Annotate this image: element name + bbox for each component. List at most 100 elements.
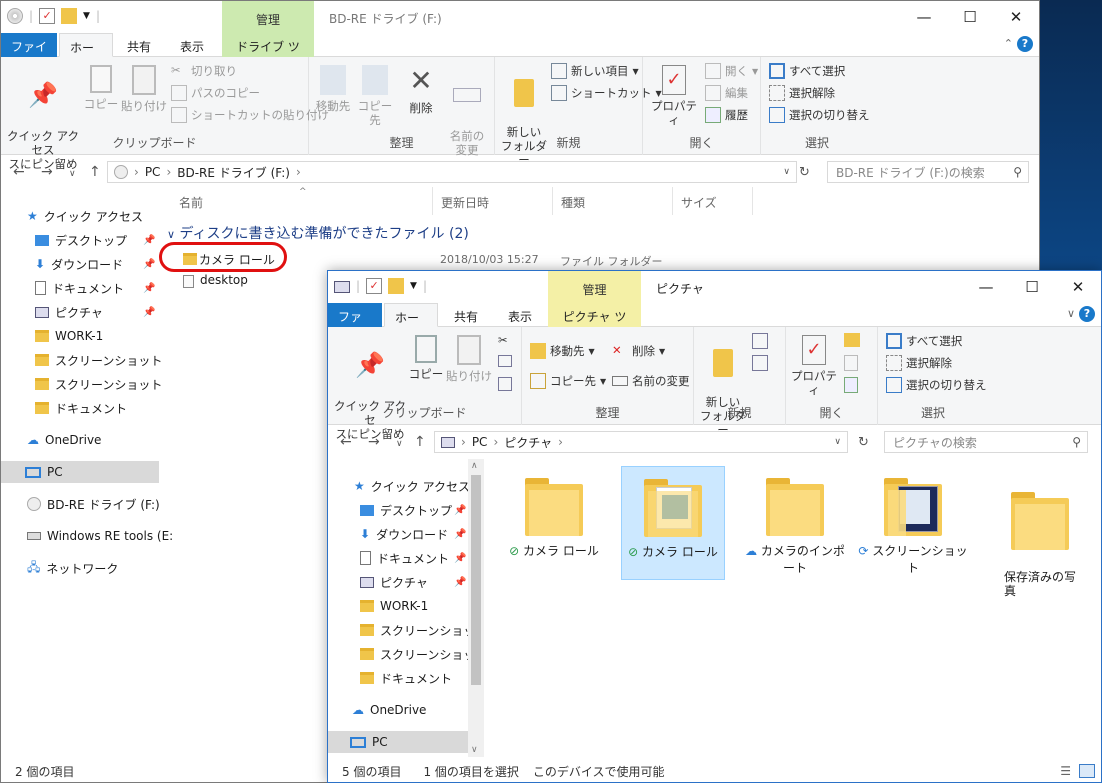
nav-pictures[interactable]: ピクチャ — [35, 301, 103, 323]
address-box[interactable]: › PC › BD-RE ドライブ (F:) › ∨ — [107, 161, 797, 183]
close-button[interactable]: ✕ — [993, 1, 1039, 33]
tab-home[interactable]: ホーム — [59, 33, 113, 72]
nav-work1[interactable]: WORK-1 — [360, 595, 428, 617]
history-icon[interactable] — [844, 377, 858, 393]
move-to-button[interactable]: 移動先 — [313, 65, 353, 113]
nav-screenshots-2[interactable]: スクリーンショット — [35, 373, 162, 395]
nav-screenshots-1[interactable]: スクリーンショット — [35, 349, 162, 371]
nav-bdre[interactable]: BD-RE ドライブ (F:) — [27, 493, 160, 515]
paste-button[interactable]: 貼り付け — [446, 335, 492, 383]
properties-check-icon[interactable]: ✓ — [39, 8, 56, 24]
nav-onedrive[interactable]: ☁ OneDrive — [352, 699, 426, 721]
properties-button[interactable]: ✓ プロパティ — [788, 335, 840, 397]
qat-dropdown-icon[interactable]: ▼ — [410, 281, 417, 291]
minimize-button[interactable]: — — [963, 271, 1009, 303]
search-box[interactable]: BD-RE ドライブ (F:)の検索 ⚲ — [827, 161, 1029, 183]
new-folder-button[interactable]: 新しい フォルダー — [698, 335, 748, 437]
tab-view[interactable]: 表示 — [170, 33, 214, 57]
history-button[interactable]: 履歴 — [705, 107, 748, 123]
delete-button[interactable]: ✕ 削除 ▼ — [612, 343, 665, 359]
nav-documents[interactable]: ドキュメント — [360, 547, 449, 569]
copy-to-button[interactable]: コピー先 ▼ — [530, 373, 606, 389]
recent-dropdown-icon[interactable]: ∨ — [69, 169, 76, 179]
recent-dropdown-icon[interactable]: ∨ — [396, 439, 403, 449]
large-icons-view-icon[interactable] — [1079, 764, 1095, 778]
copy-button[interactable]: コピー — [408, 335, 444, 381]
invert-selection-button[interactable]: 選択の切り替え — [769, 107, 870, 123]
nav-quick-access[interactable]: ★ クイック アクセス — [27, 205, 143, 227]
nav-onedrive[interactable]: ☁ OneDrive — [27, 429, 101, 451]
new-folder-button[interactable]: 新しい フォルダー — [499, 65, 549, 167]
tile-camera-import[interactable]: ☁ カメラのインポート — [740, 466, 850, 580]
column-type[interactable]: 種類 — [553, 187, 673, 215]
tab-view[interactable]: 表示 — [498, 303, 542, 327]
tab-file[interactable]: ファイル — [328, 303, 382, 341]
select-all-button[interactable]: すべて選択 — [769, 63, 845, 79]
tab-drive-tools[interactable]: ドライブ ツール — [222, 33, 314, 71]
scroll-up-icon[interactable]: ∧ — [471, 461, 478, 471]
open-button[interactable]: 開く ▼ — [705, 63, 758, 79]
nav-pc[interactable]: PC — [1, 461, 159, 483]
invert-selection-button[interactable]: 選択の切り替え — [886, 377, 987, 393]
details-view-icon[interactable]: ☰ — [1060, 764, 1071, 778]
select-none-button[interactable]: 選択解除 — [769, 85, 835, 101]
breadcrumb-pc[interactable]: PC — [472, 435, 488, 449]
collapse-ribbon-icon[interactable]: ⌃ — [1004, 37, 1013, 50]
copy-path-icon[interactable] — [498, 355, 512, 367]
nav-winre[interactable]: Windows RE tools (E: — [27, 525, 173, 547]
nav-screenshots-2[interactable]: スクリーンショット — [360, 643, 484, 665]
help-icon[interactable]: ? — [1017, 36, 1033, 52]
edit-button[interactable]: 編集 — [705, 85, 748, 101]
nav-scrollbar[interactable]: ∧ ∨ — [468, 459, 484, 757]
nav-desktop[interactable]: デスクトップ — [360, 499, 452, 521]
breadcrumb-pc[interactable]: PC — [145, 165, 161, 179]
nav-downloads[interactable]: ⬇ ダウンロード — [35, 253, 123, 275]
expand-ribbon-icon[interactable]: ∨ — [1067, 307, 1075, 320]
nav-quick-access[interactable]: ★ クイック アクセス — [354, 475, 470, 497]
cut-button[interactable]: ✂ 切り取り — [171, 63, 237, 79]
copy-path-button[interactable]: パスのコピー — [171, 85, 260, 101]
tile-camera-roll-1[interactable]: ⊘ カメラ ロール — [502, 466, 606, 580]
open-icon[interactable] — [844, 333, 860, 347]
breadcrumb-pictures[interactable]: ピクチャ — [504, 434, 552, 451]
move-to-button[interactable]: 移動先 ▼ — [530, 343, 595, 359]
nav-documents-folder[interactable]: ドキュメント — [35, 397, 127, 419]
title-bar[interactable]: | ✓ ▼ | 管理 BD-RE ドライブ (F:) — ☐ ✕ — [1, 1, 1039, 33]
new-folder-qat-icon[interactable] — [388, 278, 405, 294]
close-button[interactable]: ✕ — [1055, 271, 1101, 303]
edit-icon[interactable] — [844, 355, 858, 371]
column-size[interactable]: サイズ — [673, 187, 753, 215]
tab-picture-tools[interactable]: ピクチャ ツール — [548, 303, 641, 341]
new-item-button[interactable]: 新しい項目 ▼ — [551, 63, 639, 79]
paste-shortcut-button[interactable]: ショートカットの貼り付け — [171, 107, 329, 123]
pin-quick-access-button[interactable]: 📌 クイック アクセス スにピン留め — [5, 65, 81, 171]
help-icon[interactable]: ? — [1079, 306, 1095, 322]
up-arrow-icon[interactable]: ↑ — [89, 164, 101, 180]
tile-screenshots[interactable]: ⟳ スクリーンショット — [858, 466, 968, 580]
nav-pictures[interactable]: ピクチャ — [360, 571, 428, 593]
forward-arrow-icon[interactable]: → — [41, 164, 53, 180]
new-item-icon[interactable] — [752, 333, 768, 349]
scroll-down-icon[interactable]: ∨ — [471, 745, 478, 755]
rename-button[interactable]: 名前の変更 — [612, 373, 690, 389]
back-arrow-icon[interactable]: ← — [13, 164, 25, 180]
properties-check-icon[interactable]: ✓ — [366, 278, 383, 294]
nav-work1[interactable]: WORK-1 — [35, 325, 103, 347]
title-bar[interactable]: | ✓ ▼ | 管理 ピクチャ — ☐ ✕ — [328, 271, 1101, 303]
nav-pc[interactable]: PC — [328, 731, 468, 753]
copy-to-button[interactable]: コピー先 — [355, 65, 395, 127]
up-arrow-icon[interactable]: ↑ — [414, 434, 426, 450]
address-box[interactable]: › PC › ピクチャ › ∨ — [434, 431, 848, 453]
copy-button[interactable]: コピー — [81, 65, 121, 111]
table-row[interactable]: desktop — [177, 271, 327, 291]
address-dropdown-icon[interactable]: ∨ — [834, 437, 841, 447]
tab-home[interactable]: ホーム — [384, 303, 438, 342]
column-date[interactable]: 更新日時 — [433, 187, 553, 215]
maximize-button[interactable]: ☐ — [1009, 271, 1055, 303]
pin-quick-access-button[interactable]: 📌 クイック アクセ スにピン留め — [332, 335, 408, 441]
back-arrow-icon[interactable]: ← — [340, 434, 352, 450]
properties-button[interactable]: ✓ プロパティ — [649, 65, 699, 127]
nav-screenshots-1[interactable]: スクリーンショット — [360, 619, 484, 641]
tile-camera-roll-2[interactable]: ⊘ カメラ ロール — [621, 466, 725, 580]
easy-access-icon[interactable] — [752, 355, 768, 371]
